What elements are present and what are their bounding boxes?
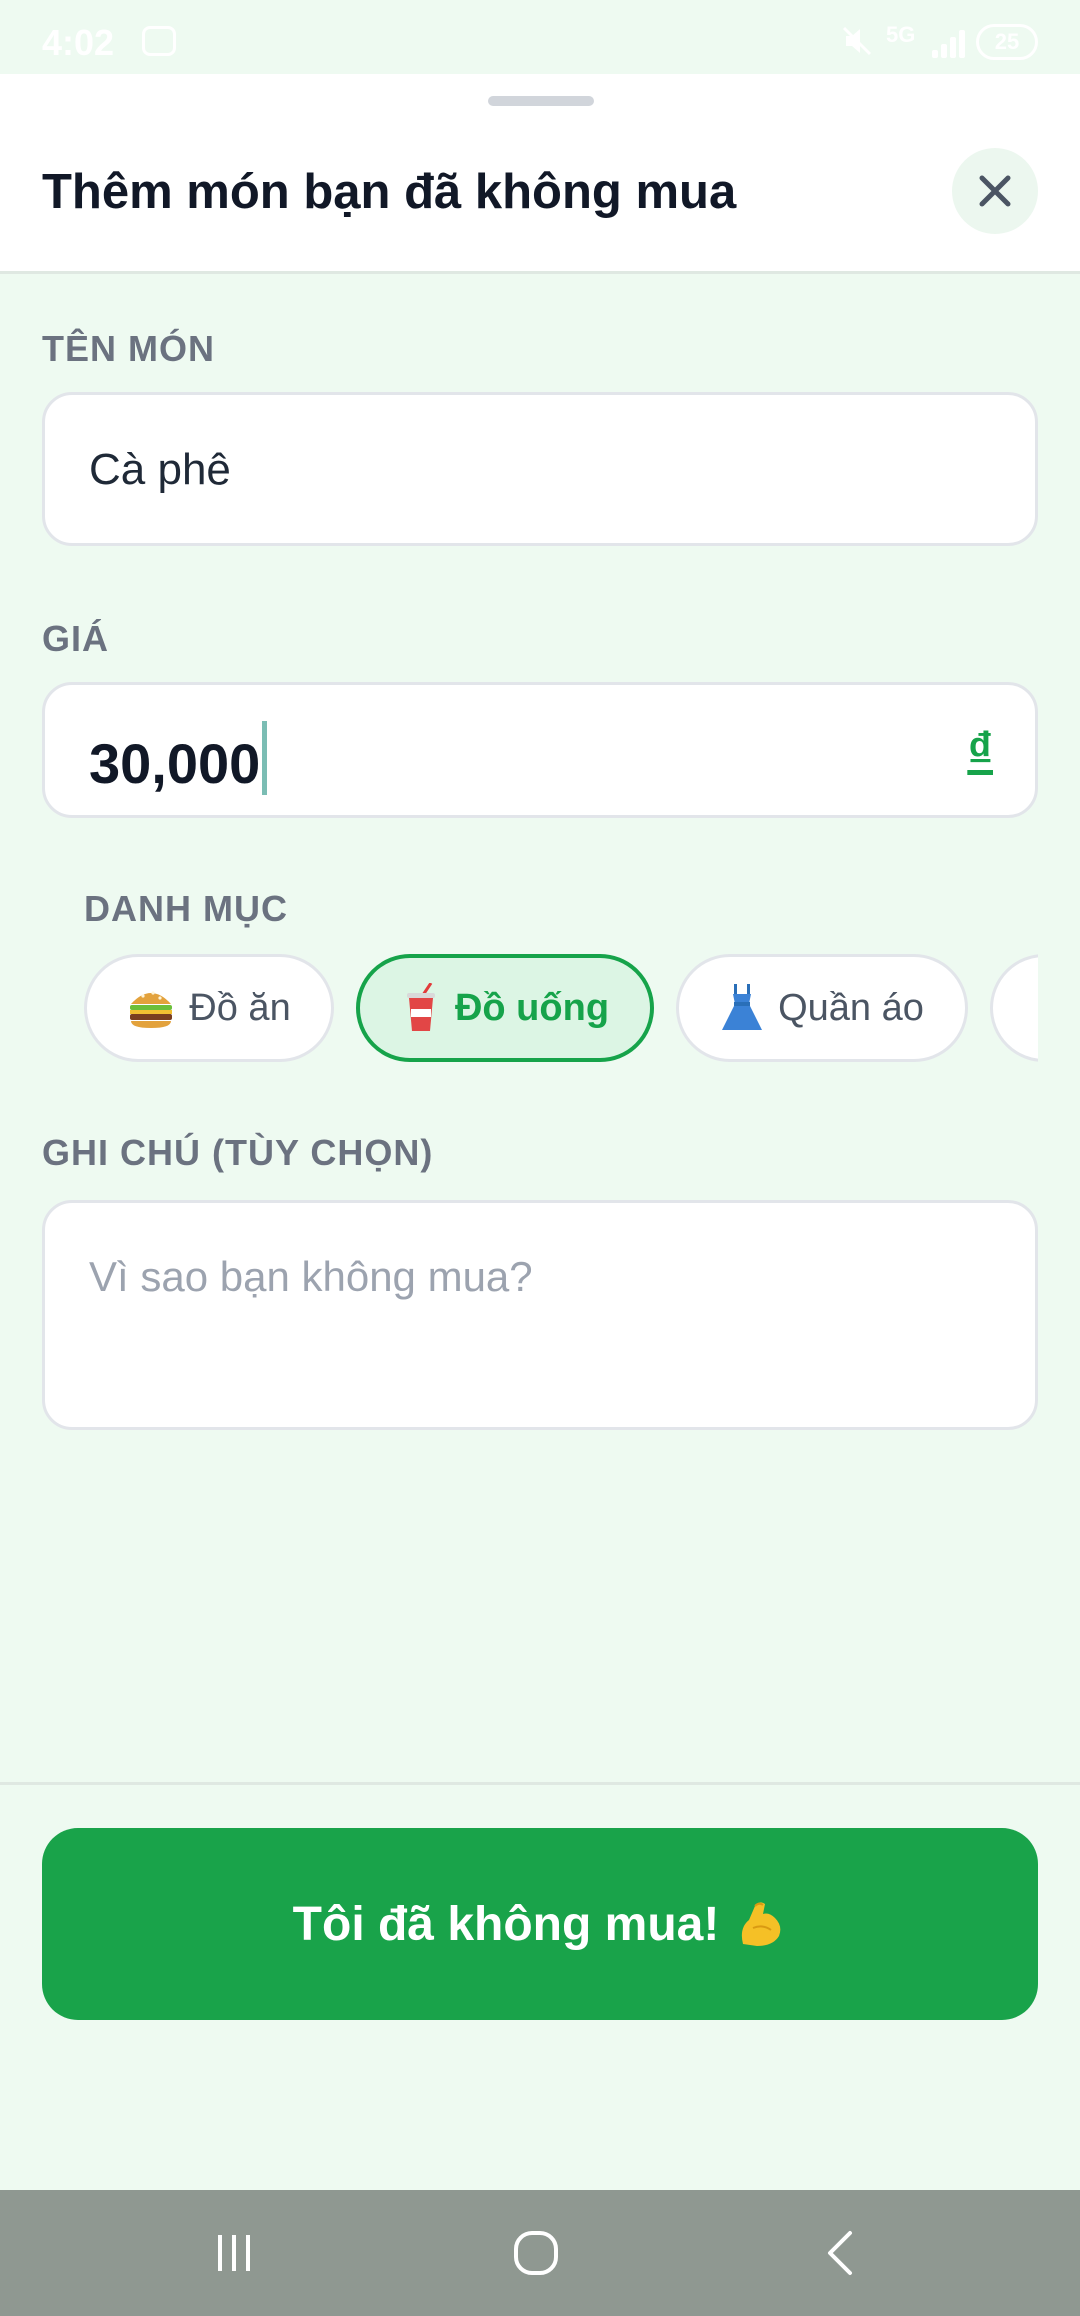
category-chip-drinks[interactable]: Đồ uống xyxy=(356,954,654,1062)
note-placeholder: Vì sao bạn không mua? xyxy=(89,1253,533,1300)
battery-indicator: 25 xyxy=(976,24,1038,60)
screen-record-icon xyxy=(142,26,176,56)
flexed-biceps-icon xyxy=(735,1898,787,1950)
back-icon xyxy=(828,2231,852,2275)
item-name-input[interactable]: Cà phê xyxy=(42,392,1038,546)
name-label: TÊN MÓN xyxy=(42,328,215,369)
note-textarea[interactable]: Vì sao bạn không mua? xyxy=(42,1200,1038,1430)
status-bar: 4:02 5G 25 xyxy=(0,0,1080,74)
price-input[interactable]: 30,000 ₫ xyxy=(42,682,1038,818)
text-caret xyxy=(262,721,268,795)
hamburger-icon xyxy=(127,986,175,1030)
cup-with-straw-icon xyxy=(401,983,441,1033)
category-chip-label: Đồ uống xyxy=(454,986,610,1029)
drag-handle[interactable] xyxy=(488,96,594,106)
navigation-bar xyxy=(0,2190,1080,2316)
signal-icon xyxy=(932,28,968,58)
note-label: GHI CHÚ (TÙY CHỌN) xyxy=(42,1132,434,1173)
price-value: 30,000 xyxy=(89,721,268,796)
category-chip-label: Đồ ăn xyxy=(189,986,291,1029)
footer-divider xyxy=(0,1782,1080,1785)
close-icon xyxy=(979,175,1011,207)
category-chip-food[interactable]: Đồ ăn xyxy=(84,954,334,1062)
currency-symbol: ₫ xyxy=(967,722,993,778)
category-chip-clothes[interactable]: Quần áo xyxy=(676,954,968,1062)
recent-apps-button[interactable] xyxy=(174,2210,294,2296)
category-label: DANH MỤC xyxy=(84,888,288,929)
status-time: 4:02 xyxy=(42,22,115,63)
category-chip-more[interactable] xyxy=(990,954,1038,1062)
close-button[interactable] xyxy=(952,148,1038,234)
sheet-title: Thêm món bạn đã không mua xyxy=(42,165,737,219)
submit-label: Tôi đã không mua! xyxy=(292,1897,720,1951)
sheet-header: Thêm món bạn đã không mua xyxy=(0,74,1080,274)
category-chips[interactable]: Đồ ăn Đồ uống Quần áo xyxy=(84,954,1038,1064)
network-type: 5G xyxy=(886,22,916,47)
price-label: GIÁ xyxy=(42,618,110,659)
submit-button[interactable]: Tôi đã không mua! xyxy=(42,1828,1038,2020)
item-name-value: Cà phê xyxy=(89,445,231,494)
category-chip-label: Quần áo xyxy=(778,986,924,1029)
home-icon xyxy=(514,2231,558,2275)
back-button[interactable] xyxy=(780,2210,900,2296)
screen: 4:02 5G 25 Thêm món bạn đã không mua TÊN… xyxy=(0,0,1080,2316)
home-button[interactable] xyxy=(476,2210,596,2296)
mute-icon xyxy=(840,24,874,66)
recent-apps-icon xyxy=(218,2235,250,2271)
dress-icon xyxy=(720,982,764,1034)
